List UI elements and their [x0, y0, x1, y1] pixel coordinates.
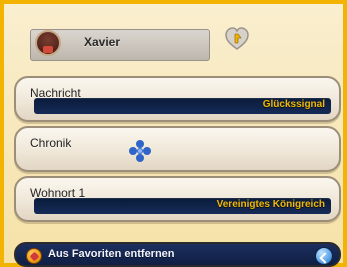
screen-frame: Xavier Nachricht Glückssignal Chronik Wo… [0, 0, 347, 267]
message-value-text: Glückssignal [262, 99, 325, 110]
profile-header: Xavier [14, 18, 329, 70]
message-card[interactable]: Nachricht Glückssignal [14, 76, 341, 122]
card-title-chronicle: Chronik [30, 136, 72, 150]
bottom-action-bar: Aus Favoriten entfernen [14, 242, 341, 267]
remove-favorite-label[interactable]: Aus Favoriten entfernen [48, 248, 175, 260]
chronicle-card[interactable]: Chronik [14, 126, 341, 172]
blue-flower-icon [129, 140, 151, 162]
back-arrow-icon[interactable] [315, 247, 333, 265]
favorite-heart-icon[interactable] [223, 25, 251, 53]
residence-card[interactable]: Wohnort 1 Vereinigtes Königreich [14, 176, 341, 222]
card-value-residence: Vereinigtes Königreich [34, 198, 331, 214]
heart-icon [225, 27, 249, 50]
player-name: Xavier [84, 35, 121, 49]
remove-favorite-icon[interactable] [26, 248, 42, 264]
avatar [35, 30, 61, 56]
residence-value-text: Vereinigtes Königreich [216, 199, 325, 210]
card-value-message: Glückssignal [34, 98, 331, 114]
